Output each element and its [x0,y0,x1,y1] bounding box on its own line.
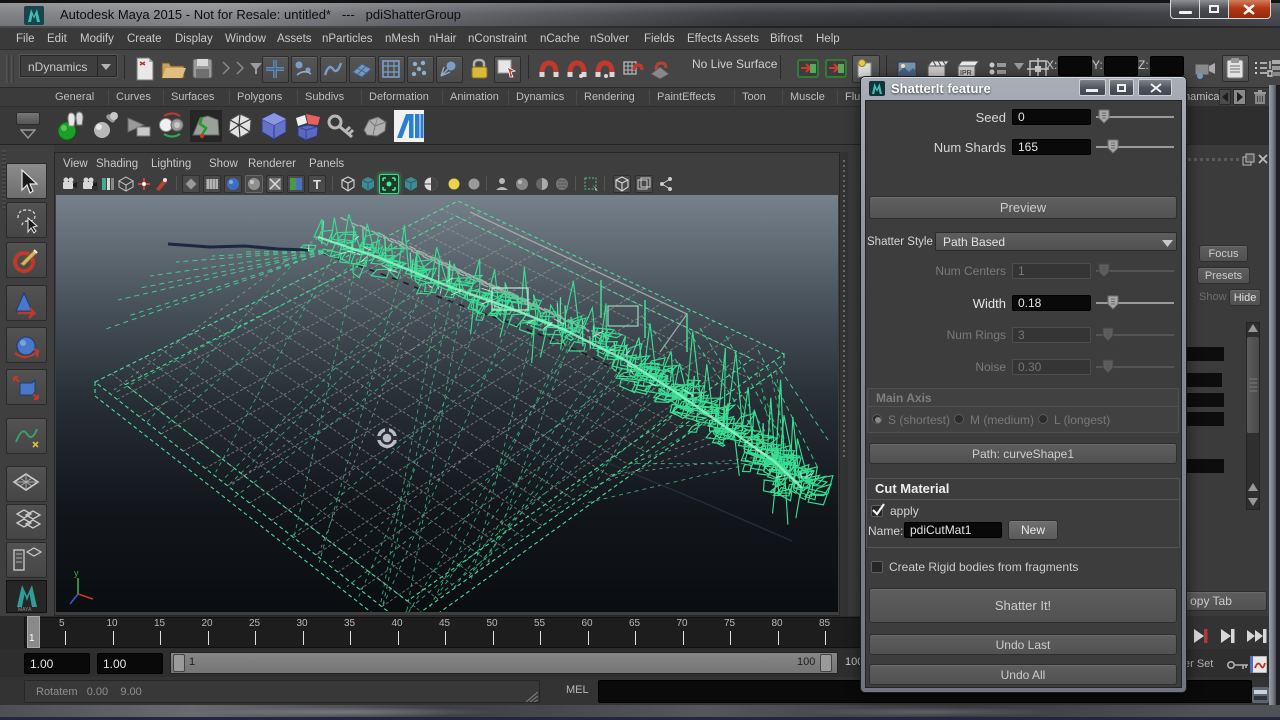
svg-text:MAYA: MAYA [18,607,32,611]
svg-text:T: T [313,177,321,192]
svg-text:y: y [74,568,79,578]
